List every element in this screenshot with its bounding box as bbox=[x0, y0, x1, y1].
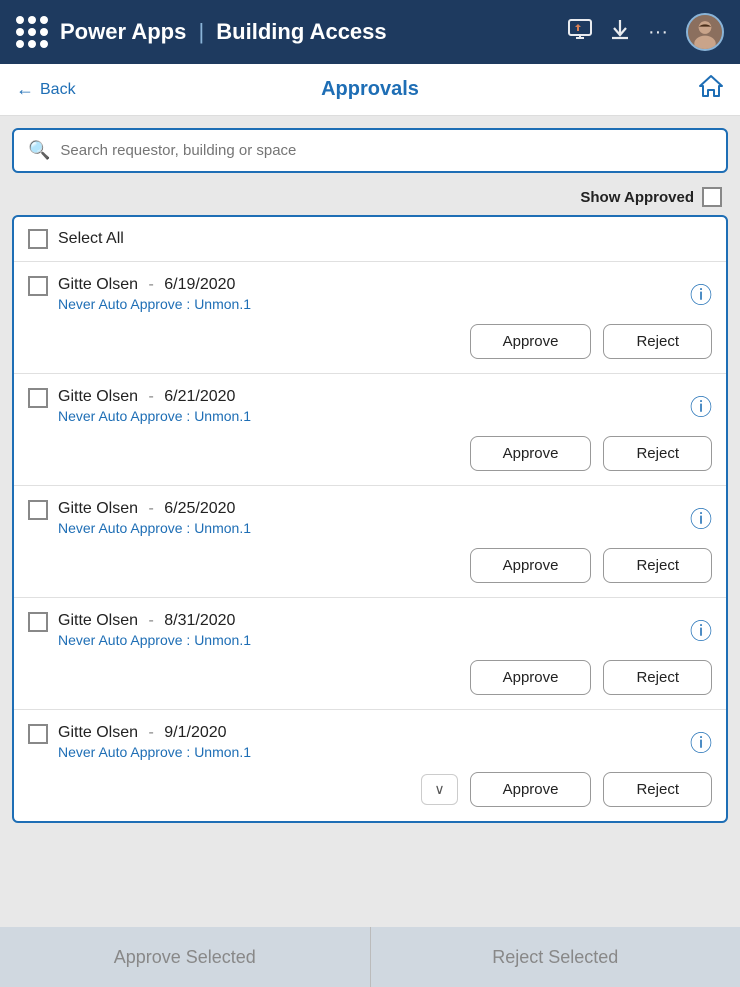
search-input[interactable] bbox=[60, 142, 712, 159]
item-name-date-2: Gitte Olsen - 6/25/2020 bbox=[58, 500, 251, 518]
info-icon-4[interactable]: ⓘ bbox=[690, 726, 712, 758]
grid-icon[interactable] bbox=[16, 16, 48, 48]
show-approved-row: Show Approved bbox=[12, 183, 728, 215]
select-all-label: Select All bbox=[58, 230, 124, 248]
approve-btn-0[interactable]: Approve bbox=[470, 324, 592, 359]
item-date-1: 6/21/2020 bbox=[164, 388, 235, 405]
home-icon[interactable] bbox=[698, 73, 724, 106]
nav-bar: ← Back Approvals bbox=[0, 64, 740, 116]
item-name-date-1: Gitte Olsen - 6/21/2020 bbox=[58, 388, 251, 406]
back-label: Back bbox=[40, 81, 76, 99]
item-name-2: Gitte Olsen bbox=[58, 500, 138, 517]
approve-btn-4[interactable]: Approve bbox=[470, 772, 592, 807]
reject-btn-1[interactable]: Reject bbox=[603, 436, 712, 471]
approve-btn-2[interactable]: Approve bbox=[470, 548, 592, 583]
approve-btn-1[interactable]: Approve bbox=[470, 436, 592, 471]
bottom-bar: Approve Selected Reject Selected bbox=[0, 927, 740, 987]
page-name: Building Access bbox=[216, 19, 386, 44]
chevron-btn-4[interactable]: ∨ bbox=[421, 774, 457, 805]
item-date-3: 8/31/2020 bbox=[164, 612, 235, 629]
back-arrow-icon: ← bbox=[16, 79, 34, 100]
reject-btn-0[interactable]: Reject bbox=[603, 324, 712, 359]
item-name-date-4: Gitte Olsen - 9/1/2020 bbox=[58, 724, 251, 742]
screen-icon[interactable] bbox=[568, 19, 592, 45]
approve-btn-3[interactable]: Approve bbox=[470, 660, 592, 695]
item-date-4: 9/1/2020 bbox=[164, 724, 226, 741]
item-name-3: Gitte Olsen bbox=[58, 612, 138, 629]
item-name-0: Gitte Olsen bbox=[58, 276, 138, 293]
approval-item-2: Gitte Olsen - 6/25/2020 Never Auto Appro… bbox=[14, 486, 726, 598]
item-checkbox-0[interactable] bbox=[28, 276, 48, 296]
show-approved-label: Show Approved bbox=[580, 189, 694, 206]
main-content: 🔍 Show Approved Select All Gitte Olsen - bbox=[0, 116, 740, 893]
search-container: 🔍 bbox=[12, 128, 728, 173]
approval-item-0: Gitte Olsen - 6/19/2020 Never Auto Appro… bbox=[14, 262, 726, 374]
reject-btn-4[interactable]: Reject bbox=[603, 772, 712, 807]
info-icon-0[interactable]: ⓘ bbox=[690, 278, 712, 310]
item-sub-0: Never Auto Approve : Unmon.1 bbox=[58, 296, 251, 312]
info-icon-3[interactable]: ⓘ bbox=[690, 614, 712, 646]
reject-btn-3[interactable]: Reject bbox=[603, 660, 712, 695]
select-all-row: Select All bbox=[14, 217, 726, 262]
item-checkbox-4[interactable] bbox=[28, 724, 48, 744]
select-all-checkbox[interactable] bbox=[28, 229, 48, 249]
top-bar-icons: ··· bbox=[568, 13, 724, 51]
reject-selected-button[interactable]: Reject Selected bbox=[371, 927, 740, 987]
item-checkbox-3[interactable] bbox=[28, 612, 48, 632]
item-checkbox-1[interactable] bbox=[28, 388, 48, 408]
approvals-list: Select All Gitte Olsen - 6/19/2020 Never… bbox=[12, 215, 728, 823]
show-approved-checkbox[interactable] bbox=[702, 187, 722, 207]
approval-item-3: Gitte Olsen - 8/31/2020 Never Auto Appro… bbox=[14, 598, 726, 710]
item-sub-2: Never Auto Approve : Unmon.1 bbox=[58, 520, 251, 536]
item-date-2: 6/25/2020 bbox=[164, 500, 235, 517]
reject-btn-2[interactable]: Reject bbox=[603, 548, 712, 583]
avatar[interactable] bbox=[686, 13, 724, 51]
item-date-0: 6/19/2020 bbox=[164, 276, 235, 293]
top-bar: Power Apps | Building Access ··· bbox=[0, 0, 740, 64]
approval-item-4: Gitte Olsen - 9/1/2020 Never Auto Approv… bbox=[14, 710, 726, 821]
item-sub-3: Never Auto Approve : Unmon.1 bbox=[58, 632, 251, 648]
more-icon[interactable]: ··· bbox=[648, 21, 668, 44]
download-icon[interactable] bbox=[610, 18, 630, 46]
item-name-date-3: Gitte Olsen - 8/31/2020 bbox=[58, 612, 251, 630]
approve-selected-button[interactable]: Approve Selected bbox=[0, 927, 371, 987]
info-icon-1[interactable]: ⓘ bbox=[690, 390, 712, 422]
item-name-4: Gitte Olsen bbox=[58, 724, 138, 741]
title-separator: | bbox=[198, 19, 204, 44]
search-icon: 🔍 bbox=[28, 140, 50, 161]
approval-item-1: Gitte Olsen - 6/21/2020 Never Auto Appro… bbox=[14, 374, 726, 486]
back-button[interactable]: ← Back bbox=[16, 79, 76, 100]
app-title: Power Apps | Building Access bbox=[60, 19, 556, 45]
item-name-1: Gitte Olsen bbox=[58, 388, 138, 405]
nav-title: Approvals bbox=[321, 78, 419, 101]
info-icon-2[interactable]: ⓘ bbox=[690, 502, 712, 534]
item-checkbox-2[interactable] bbox=[28, 500, 48, 520]
item-sub-1: Never Auto Approve : Unmon.1 bbox=[58, 408, 251, 424]
item-sub-4: Never Auto Approve : Unmon.1 bbox=[58, 744, 251, 760]
app-name: Power Apps bbox=[60, 19, 186, 44]
item-name-date-0: Gitte Olsen - 6/19/2020 bbox=[58, 276, 251, 294]
